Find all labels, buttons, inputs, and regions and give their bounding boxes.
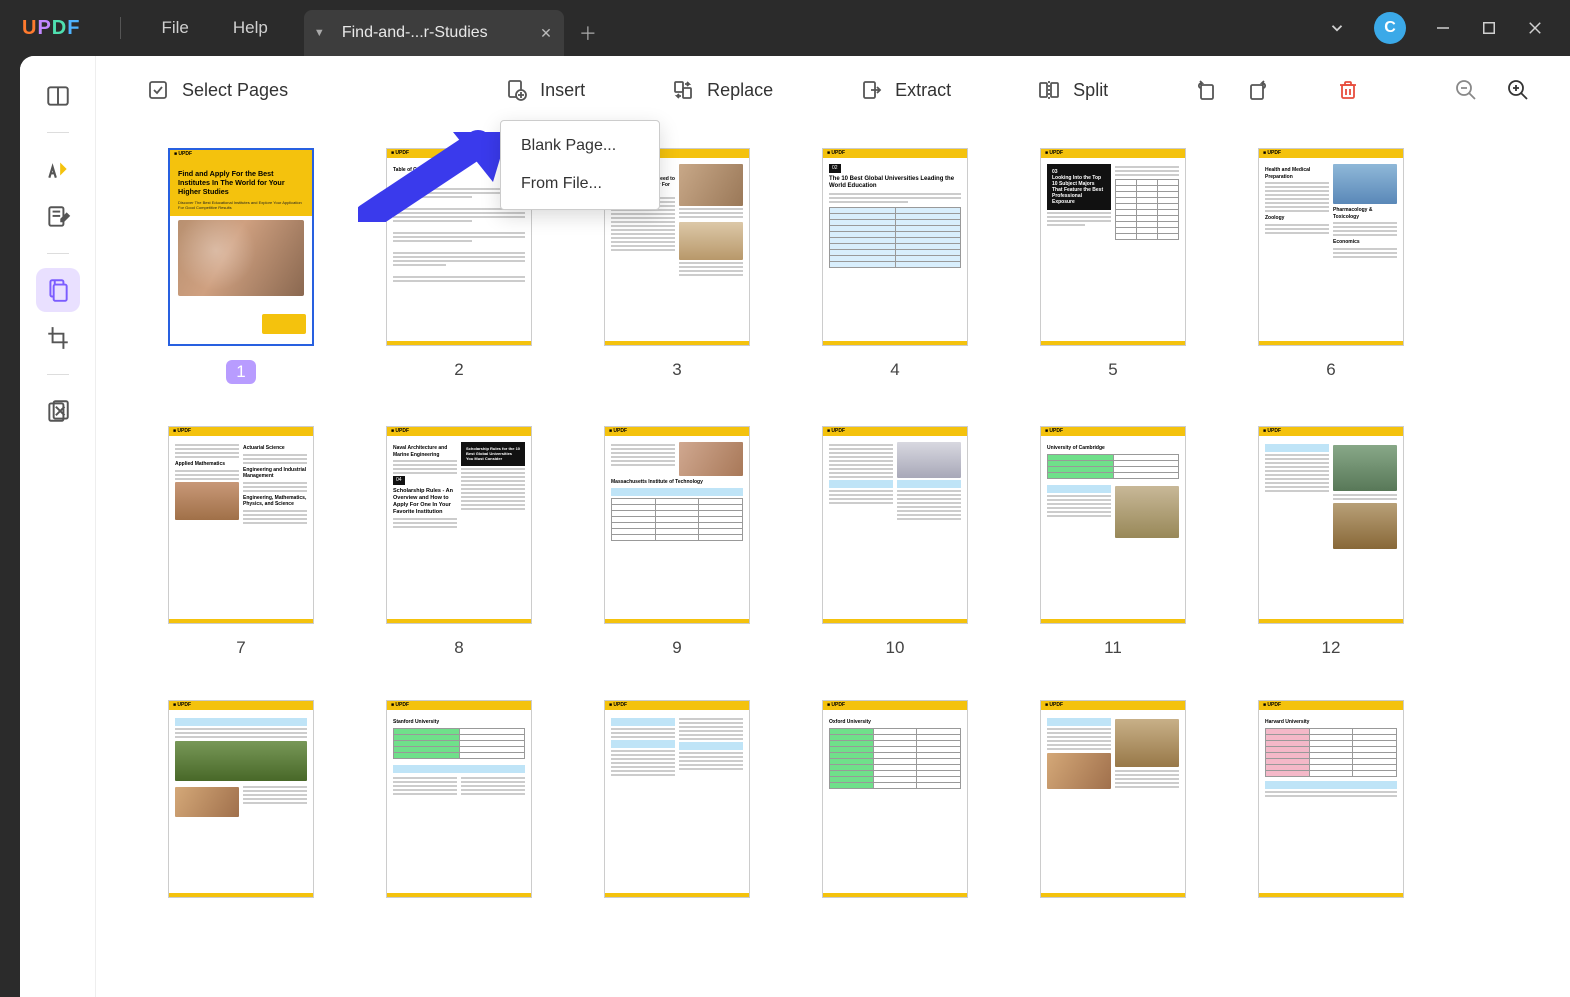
- edit-icon[interactable]: [36, 195, 80, 239]
- content-area: Select Pages Insert Replace Extract Spli…: [96, 56, 1570, 997]
- page-number: 2: [454, 360, 463, 380]
- page-thumb-15[interactable]: [604, 700, 750, 898]
- page-thumb-17[interactable]: [1040, 700, 1186, 898]
- insert-blank-page[interactable]: Blank Page...: [501, 127, 659, 165]
- page-thumb-12[interactable]: [1258, 426, 1404, 624]
- page-number: 11: [1104, 638, 1122, 658]
- divider: [47, 132, 69, 133]
- page-thumb-10[interactable]: [822, 426, 968, 624]
- insert-button[interactable]: Insert: [484, 70, 605, 110]
- select-pages-label: Select Pages: [182, 80, 288, 101]
- reader-mode-icon[interactable]: [36, 74, 80, 118]
- thumbnail-grid: Find and Apply For the Best Institutes I…: [96, 124, 1570, 997]
- crop-icon[interactable]: [36, 316, 80, 360]
- page-thumb-5[interactable]: 03Looking Into the Top 10 Subject Majors…: [1040, 148, 1186, 346]
- zoom-in-button[interactable]: [1496, 70, 1540, 110]
- split-button[interactable]: Split: [1017, 70, 1128, 110]
- titlebar: UPDF File Help ▼ Find-and-...r-Studies ✕…: [0, 0, 1570, 56]
- new-tab-button[interactable]: ＋: [564, 10, 612, 56]
- chevron-down-icon[interactable]: [1328, 19, 1346, 37]
- extract-button[interactable]: Extract: [839, 70, 971, 110]
- page-number: 6: [1326, 360, 1335, 380]
- split-label: Split: [1073, 80, 1108, 101]
- page-thumb-6[interactable]: Health and Medical Preparation Zoology P…: [1258, 148, 1404, 346]
- window-controls: C: [1328, 12, 1544, 44]
- comment-icon[interactable]: [36, 147, 80, 191]
- divider: [47, 253, 69, 254]
- tab-strip: ▼ Find-and-...r-Studies ✕ ＋: [304, 0, 1328, 56]
- page-thumb-4[interactable]: 02 The 10 Best Global Universities Leadi…: [822, 148, 968, 346]
- extract-label: Extract: [895, 80, 951, 101]
- select-pages-button[interactable]: Select Pages: [126, 70, 308, 110]
- page-number: 8: [454, 638, 463, 658]
- menu-file[interactable]: File: [139, 12, 210, 44]
- page1-title: Find and Apply For the Best Institutes I…: [178, 169, 304, 196]
- page5-heading: Looking Into the Top 10 Subject Majors T…: [1052, 175, 1103, 205]
- tab-label: Find-and-...r-Studies: [342, 24, 488, 42]
- page-thumb-1[interactable]: Find and Apply For the Best Institutes I…: [168, 148, 314, 346]
- page-thumb-13[interactable]: [168, 700, 314, 898]
- page-number: 10: [886, 638, 905, 658]
- menu-help[interactable]: Help: [211, 12, 290, 44]
- workspace: Select Pages Insert Replace Extract Spli…: [20, 56, 1570, 997]
- page4-heading: The 10 Best Global Universities Leading …: [829, 176, 961, 192]
- replace-label: Replace: [707, 80, 773, 101]
- close-button[interactable]: [1526, 19, 1544, 37]
- rotate-right-button[interactable]: [1236, 70, 1280, 110]
- replace-button[interactable]: Replace: [651, 70, 793, 110]
- divider: [120, 17, 121, 39]
- page-number: 7: [236, 638, 245, 658]
- zoom-out-button[interactable]: [1444, 70, 1488, 110]
- tab-dropdown-icon[interactable]: ▼: [314, 27, 325, 39]
- page-number: 5: [1108, 360, 1117, 380]
- page-toolbar: Select Pages Insert Replace Extract Spli…: [96, 56, 1570, 124]
- page1-subtitle: Discover The Best Educational Institutes…: [178, 200, 304, 210]
- user-avatar[interactable]: C: [1374, 12, 1406, 44]
- tab-close-icon[interactable]: ✕: [540, 25, 552, 42]
- page8-heading: Scholarship Rules - An Overview and How …: [393, 488, 457, 517]
- page-number: 1: [226, 360, 255, 384]
- page-thumb-16[interactable]: Oxford University: [822, 700, 968, 898]
- maximize-button[interactable]: [1480, 19, 1498, 37]
- delete-button[interactable]: [1326, 70, 1370, 110]
- app-logo: UPDF: [22, 17, 80, 40]
- organize-pages-icon[interactable]: [36, 268, 80, 312]
- divider: [47, 374, 69, 375]
- tab-active[interactable]: ▼ Find-and-...r-Studies ✕: [304, 10, 564, 56]
- page-number: 3: [672, 360, 681, 380]
- page-thumb-18[interactable]: Harvard University: [1258, 700, 1404, 898]
- page-thumb-8[interactable]: Naval Architecture and Marine Engineerin…: [386, 426, 532, 624]
- insert-dropdown: Blank Page... From File...: [500, 120, 660, 210]
- page-number: 12: [1322, 638, 1341, 658]
- page-number: 4: [890, 360, 899, 380]
- insert-from-file[interactable]: From File...: [501, 165, 659, 203]
- page-thumb-11[interactable]: University of Cambridge: [1040, 426, 1186, 624]
- sidebar: [20, 56, 96, 997]
- page-thumb-14[interactable]: Stanford University: [386, 700, 532, 898]
- insert-label: Insert: [540, 80, 585, 101]
- redact-icon[interactable]: [36, 389, 80, 433]
- page-thumb-7[interactable]: Applied Mathematics Actuarial Science En…: [168, 426, 314, 624]
- rotate-left-button[interactable]: [1184, 70, 1228, 110]
- page-number: 9: [672, 638, 681, 658]
- page-thumb-9[interactable]: Massachusetts Institute of Technology: [604, 426, 750, 624]
- minimize-button[interactable]: [1434, 19, 1452, 37]
